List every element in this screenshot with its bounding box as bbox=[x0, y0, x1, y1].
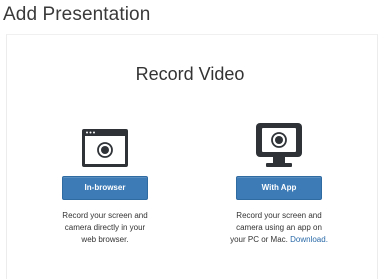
desc-line: Record your screen and bbox=[236, 211, 322, 220]
page-title: Add Presentation bbox=[3, 4, 151, 25]
download-link[interactable]: Download. bbox=[290, 235, 328, 244]
desc-text: your PC or Mac. bbox=[230, 235, 288, 244]
with-app-button[interactable]: With App bbox=[236, 176, 322, 200]
section-title: Record Video bbox=[135, 64, 245, 84]
desc-line: camera using an app on bbox=[236, 223, 322, 232]
page-header: Add Presentation bbox=[0, 0, 380, 33]
desc-line: Record your screen and bbox=[62, 211, 148, 220]
desc-line: camera directly in your bbox=[64, 223, 146, 232]
option-with-app: With App Record your screen and camera u… bbox=[204, 120, 354, 246]
in-browser-button[interactable]: In-browser bbox=[62, 176, 148, 200]
in-browser-description: Record your screen and camera directly i… bbox=[30, 210, 180, 246]
desc-line: web browser. bbox=[81, 235, 129, 244]
with-app-description: Record your screen and camera using an a… bbox=[204, 210, 354, 246]
option-in-browser: In-browser Record your screen and camera… bbox=[30, 120, 180, 246]
browser-window-record-icon bbox=[30, 120, 180, 168]
desc-line: your PC or Mac. Download. bbox=[204, 234, 354, 246]
monitor-record-icon bbox=[204, 120, 354, 168]
